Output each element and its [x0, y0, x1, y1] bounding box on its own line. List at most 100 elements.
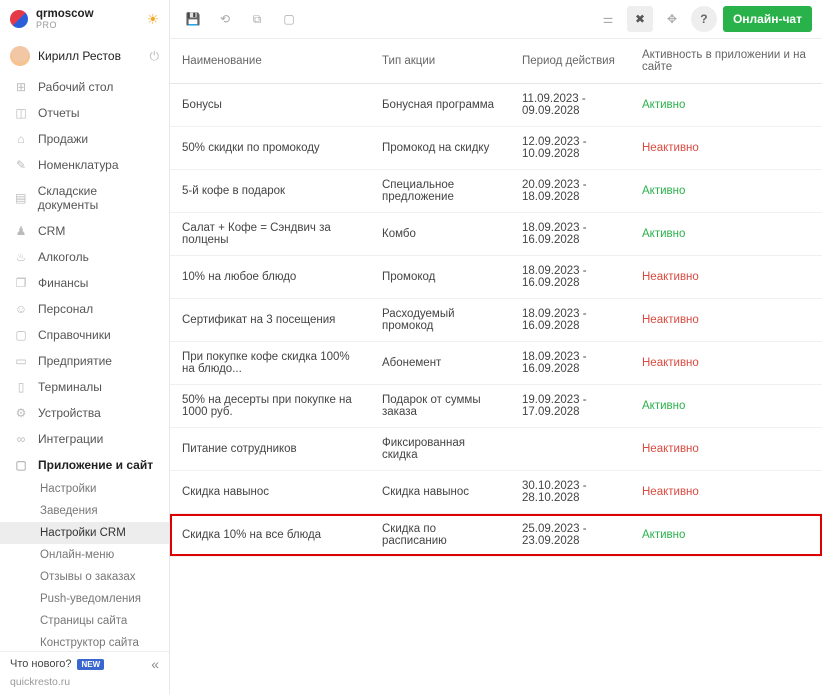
app-logo-icon — [10, 10, 28, 28]
cell-status: Неактивно — [630, 299, 822, 342]
table-header-row: Наименование Тип акции Период действия А… — [170, 39, 822, 84]
table-row[interactable]: При покупке кофе скидка 100% на блюдо...… — [170, 342, 822, 385]
nav-label: Предприятие — [38, 354, 112, 368]
online-chat-button[interactable]: Онлайн-чат — [723, 6, 812, 32]
sidebar-footer: Что нового? NEW « quickresto.ru — [0, 651, 169, 694]
nav-label: Устройства — [38, 406, 101, 420]
cell-name: Сертификат на 3 посещения — [170, 299, 370, 342]
col-status[interactable]: Активность в приложении и на сайте — [630, 39, 822, 84]
cell-period: 11.09.2023 - 09.09.2028 — [510, 84, 630, 127]
screen-icon[interactable]: ▢ — [276, 6, 302, 32]
theme-toggle-icon[interactable]: ☀ — [146, 11, 159, 28]
table-row[interactable]: 10% на любое блюдоПромокод18.09.2023 - 1… — [170, 256, 822, 299]
table-row[interactable]: 5-й кофе в подарокСпециальное предложени… — [170, 170, 822, 213]
move-icon[interactable]: ✥ — [659, 6, 685, 32]
nav-icon: ❐ — [12, 276, 30, 290]
save-icon[interactable]: 💾 — [180, 6, 206, 32]
cell-status: Активно — [630, 213, 822, 256]
nav-icon: ⌂ — [12, 132, 30, 146]
subnav-item[interactable]: Настройки — [0, 478, 169, 500]
nav-item[interactable]: ▤Складские документы — [0, 178, 169, 218]
table-row[interactable]: Скидка навыносСкидка навынос30.10.2023 -… — [170, 471, 822, 514]
cell-type: Скидка навынос — [370, 471, 510, 514]
cell-period — [510, 428, 630, 471]
cell-status: Неактивно — [630, 428, 822, 471]
nav-icon: ∞ — [12, 432, 30, 446]
table-row[interactable]: Скидка 10% на все блюдаСкидка по расписа… — [170, 514, 822, 557]
tools-icon[interactable]: ✖ — [627, 6, 653, 32]
nav-item[interactable]: ∞Интеграции — [0, 426, 169, 452]
nav-item[interactable]: ❐ Финансы — [0, 270, 169, 296]
nav-item[interactable]: ▢ Приложение и сайт — [0, 452, 169, 478]
copy-icon[interactable]: ⧉ — [244, 6, 270, 32]
subnav-item[interactable]: Страницы сайта — [0, 610, 169, 632]
subnav-item[interactable]: Онлайн-меню — [0, 544, 169, 566]
sliders-icon[interactable]: ⚌ — [595, 6, 621, 32]
data-grid: Наименование Тип акции Период действия А… — [170, 39, 822, 694]
col-period[interactable]: Период действия — [510, 39, 630, 84]
cell-status: Активно — [630, 170, 822, 213]
col-name[interactable]: Наименование — [170, 39, 370, 84]
nav-item[interactable]: ♟ CRM — [0, 218, 169, 244]
nav-item[interactable]: ☺Персонал — [0, 296, 169, 322]
nav-label: Продажи — [38, 132, 88, 146]
subnav-item[interactable]: Отзывы о заказах — [0, 566, 169, 588]
cell-status: Неактивно — [630, 471, 822, 514]
subnav-item[interactable]: Настройки CRM — [0, 522, 169, 544]
cell-status: Неактивно — [630, 342, 822, 385]
sidebar-collapse-icon[interactable]: « — [151, 656, 159, 672]
nav-label: Финансы — [38, 276, 88, 290]
cell-name: Салат + Кофе = Сэндвич за полцены — [170, 213, 370, 256]
subnav-item[interactable]: Push-уведомления — [0, 588, 169, 610]
new-badge: NEW — [77, 659, 104, 670]
table-row[interactable]: Салат + Кофе = Сэндвич за полценыКомбо18… — [170, 213, 822, 256]
table-row[interactable]: Питание сотрудниковФиксированная скидкаН… — [170, 428, 822, 471]
col-type[interactable]: Тип акции — [370, 39, 510, 84]
nav-item[interactable]: ▭Предприятие — [0, 348, 169, 374]
nav-icon: ⊞ — [12, 80, 30, 94]
nav-list: ⊞ Рабочий стол ◫Отчеты ⌂ Продажи ✎Номенклатур… — [0, 74, 169, 651]
nav-item[interactable]: ▢Справочники — [0, 322, 169, 348]
nav-label: Приложение и сайт — [38, 458, 153, 472]
cell-status: Неактивно — [630, 256, 822, 299]
subnav-item[interactable]: Заведения — [0, 500, 169, 522]
logout-icon[interactable]: ⏻ — [150, 49, 160, 64]
whats-new-label: Что нового? — [10, 658, 71, 670]
nav-label: Рабочий стол — [38, 80, 113, 94]
help-icon[interactable]: ? — [691, 6, 717, 32]
cell-type: Абонемент — [370, 342, 510, 385]
nav-item[interactable]: ♨Алкоголь — [0, 244, 169, 270]
nav-icon: ⚙ — [12, 406, 30, 420]
cell-type: Промокод на скидку — [370, 127, 510, 170]
nav-item[interactable]: ⊞ Рабочий стол — [0, 74, 169, 100]
user-row[interactable]: Кирилл Рестов ⏻ — [0, 38, 169, 74]
table-row[interactable]: 50% скидки по промокодуПромокод на скидк… — [170, 127, 822, 170]
cell-name: 50% на десерты при покупке на 1000 руб. — [170, 385, 370, 428]
subnav-item[interactable]: Конструктор сайта — [0, 632, 169, 651]
cell-name: При покупке кофе скидка 100% на блюдо... — [170, 342, 370, 385]
nav-icon: ▤ — [12, 191, 30, 205]
whats-new-link[interactable]: Что нового? NEW « — [10, 656, 159, 672]
cell-type: Расходуемый промокод — [370, 299, 510, 342]
nav-item[interactable]: ▯Терминалы — [0, 374, 169, 400]
refresh-icon[interactable]: ⟲ — [212, 6, 238, 32]
cell-name: Бонусы — [170, 84, 370, 127]
nav-label: CRM — [38, 224, 65, 238]
cell-status: Активно — [630, 84, 822, 127]
cell-period: 18.09.2023 - 16.09.2028 — [510, 299, 630, 342]
nav-item[interactable]: ◫Отчеты — [0, 100, 169, 126]
nav-item[interactable]: ⚙ Устройства — [0, 400, 169, 426]
cell-type: Специальное предложение — [370, 170, 510, 213]
nav-item[interactable]: ✎Номенклатура — [0, 152, 169, 178]
cell-name: Скидка 10% на все блюда — [170, 514, 370, 557]
table-row[interactable]: 50% на десерты при покупке на 1000 руб.П… — [170, 385, 822, 428]
nav-item[interactable]: ⌂ Продажи — [0, 126, 169, 152]
cell-status: Активно — [630, 514, 822, 557]
nav-icon: ▢ — [12, 458, 30, 472]
cell-type: Подарок от суммы заказа — [370, 385, 510, 428]
table-row[interactable]: Сертификат на 3 посещенияРасходуемый про… — [170, 299, 822, 342]
nav-icon: ♟ — [12, 224, 30, 238]
cell-name: 50% скидки по промокоду — [170, 127, 370, 170]
table-row[interactable]: БонусыБонусная программа11.09.2023 - 09.… — [170, 84, 822, 127]
cell-name: 10% на любое блюдо — [170, 256, 370, 299]
